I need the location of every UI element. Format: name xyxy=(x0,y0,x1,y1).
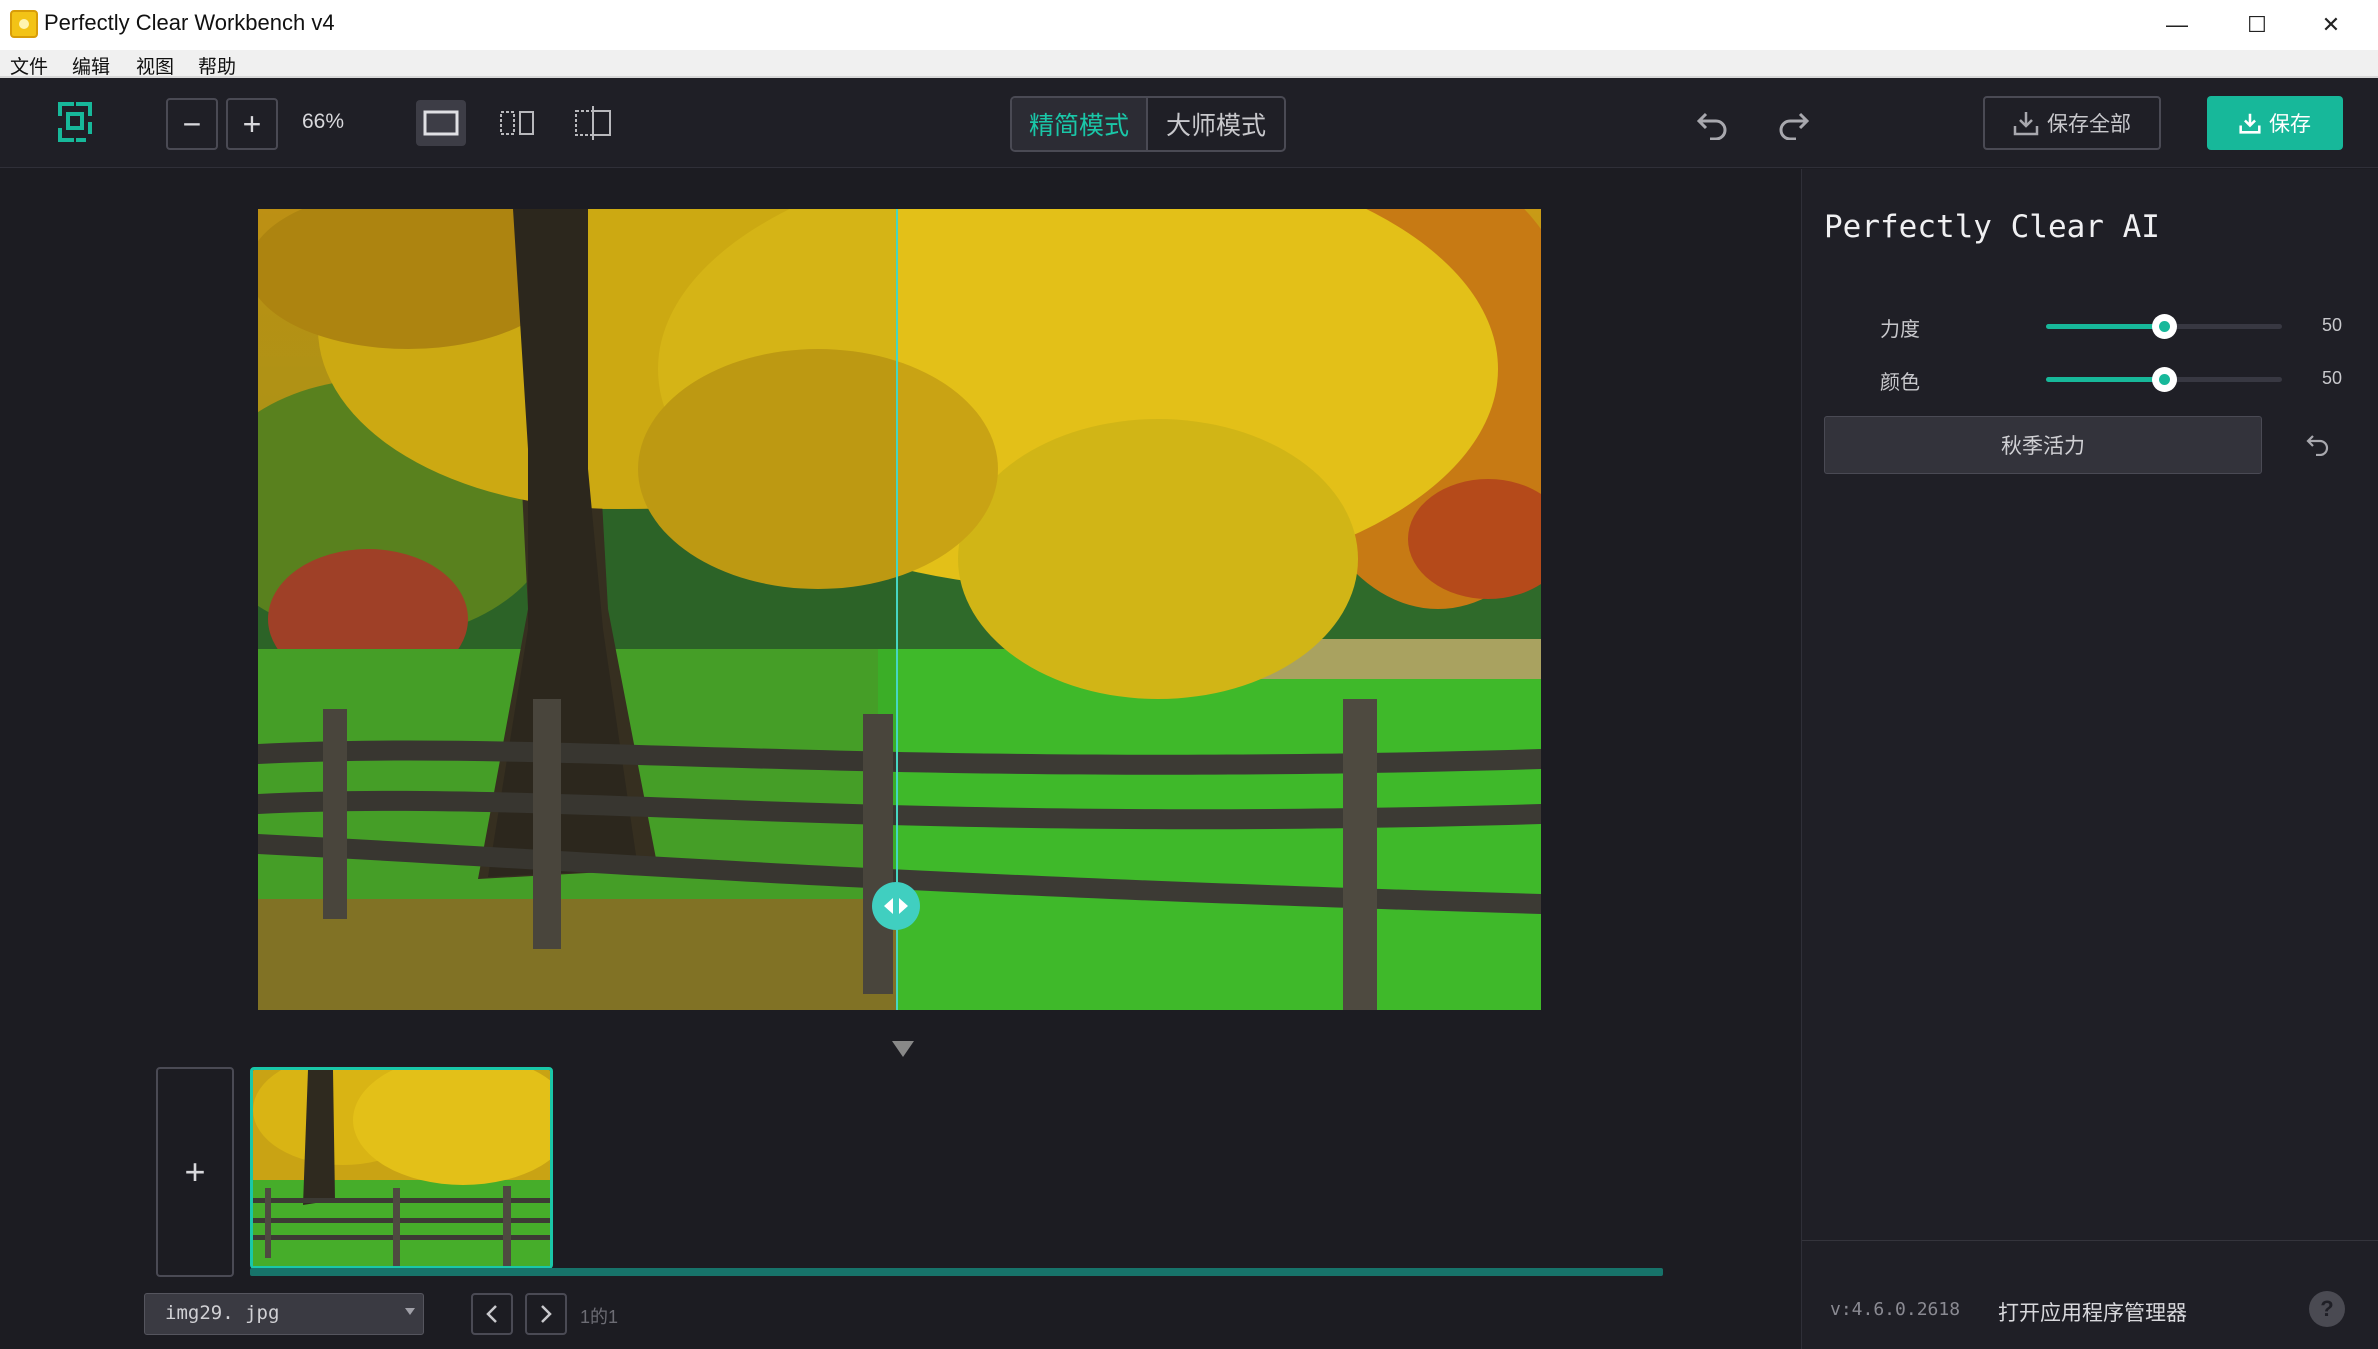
mode-switch: 精简模式 大师模式 xyxy=(1010,96,1286,152)
menu-file[interactable]: 文件 xyxy=(10,52,48,79)
undo-button[interactable] xyxy=(1688,100,1738,150)
adjustments-panel: Perfectly Clear AI 力度 50 颜色 50 秋季活力 v:4.… xyxy=(1801,169,2378,1349)
color-slider-knob[interactable] xyxy=(2152,367,2177,392)
app-icon xyxy=(10,10,38,38)
menu-view[interactable]: 视图 xyxy=(136,52,174,79)
simple-mode-tab[interactable]: 精简模式 xyxy=(1012,98,1148,150)
single-view-button[interactable] xyxy=(416,100,466,146)
title-bar: Perfectly Clear Workbench v4 — ☐ ✕ xyxy=(0,0,2378,50)
side-by-side-view-button[interactable] xyxy=(492,100,542,146)
download-icon xyxy=(2013,112,2039,136)
window-title: Perfectly Clear Workbench v4 xyxy=(44,10,335,35)
redo-button[interactable] xyxy=(1768,100,1818,150)
strength-slider-knob[interactable] xyxy=(2152,314,2177,339)
redo-icon xyxy=(1779,112,1810,140)
panel-title: Perfectly Clear AI xyxy=(1824,209,2160,245)
strength-slider-fill xyxy=(2046,324,2164,329)
page-info: 1的1 xyxy=(580,1307,619,1327)
canvas-area: + img29. jpg 1的1 xyxy=(0,169,1800,1349)
strength-slider-row: 力度 50 xyxy=(1802,307,2378,347)
filmstrip-scrollbar[interactable] xyxy=(250,1268,1663,1276)
strength-value: 50 xyxy=(2322,315,2343,335)
version-label: v:4.6.0.2618 xyxy=(1830,1299,1961,1320)
download-icon xyxy=(2239,113,2261,134)
color-slider-row: 颜色 50 xyxy=(1802,360,2378,400)
maximize-button[interactable]: ☐ xyxy=(2218,0,2296,50)
save-label: 保存 xyxy=(2269,113,2311,136)
previous-image-button[interactable] xyxy=(471,1293,513,1335)
side-by-side-icon xyxy=(500,111,534,135)
collapse-filmstrip-icon[interactable] xyxy=(892,1041,914,1057)
undo-icon xyxy=(1696,112,1727,140)
preset-select-button[interactable]: 秋季活力 xyxy=(1824,416,2262,474)
close-button[interactable]: ✕ xyxy=(2292,0,2370,50)
app-logo-icon xyxy=(58,102,92,142)
color-value: 50 xyxy=(2322,368,2343,388)
chevron-left-icon xyxy=(486,1305,497,1323)
chevron-down-icon xyxy=(405,1308,415,1315)
photo-preview[interactable] xyxy=(258,209,1541,1010)
reset-preset-button[interactable] xyxy=(2298,425,2338,465)
image-thumbnail[interactable] xyxy=(250,1067,553,1269)
toolbar: − + 66% 精简模式 大师模式 保存全部 保存 xyxy=(0,78,2378,168)
zoom-level: 66% xyxy=(302,110,345,133)
menu-help[interactable]: 帮助 xyxy=(198,52,236,79)
split-view-icon xyxy=(575,106,611,140)
help-button[interactable]: ? xyxy=(2309,1291,2345,1327)
split-view-button[interactable] xyxy=(568,100,618,146)
panel-footer: v:4.6.0.2618 打开应用程序管理器 ? xyxy=(1802,1240,2378,1349)
add-image-button[interactable]: + xyxy=(156,1067,234,1277)
zoom-out-button[interactable]: − xyxy=(166,98,218,150)
save-all-label: 保存全部 xyxy=(2047,113,2131,136)
thumbnail-image xyxy=(253,1070,550,1266)
left-right-arrows-icon xyxy=(884,898,908,914)
file-select[interactable]: img29. jpg xyxy=(144,1293,424,1335)
compare-handle[interactable] xyxy=(872,882,920,930)
menu-edit[interactable]: 编辑 xyxy=(72,52,110,79)
menu-bar: 文件 编辑 视图 帮助 xyxy=(0,50,2378,78)
save-all-button[interactable]: 保存全部 xyxy=(1983,96,2161,150)
color-label: 颜色 xyxy=(1880,372,1920,394)
color-slider[interactable] xyxy=(2046,367,2282,392)
minimize-button[interactable]: — xyxy=(2138,0,2216,50)
file-select-value: img29. jpg xyxy=(165,1302,280,1324)
open-app-manager-link[interactable]: 打开应用程序管理器 xyxy=(1998,1297,2187,1327)
master-mode-tab[interactable]: 大师模式 xyxy=(1148,98,1284,150)
strength-slider[interactable] xyxy=(2046,314,2282,339)
color-slider-fill xyxy=(2046,377,2164,382)
zoom-in-button[interactable]: + xyxy=(226,98,278,150)
single-view-icon xyxy=(423,110,459,136)
save-button[interactable]: 保存 xyxy=(2207,96,2343,150)
next-image-button[interactable] xyxy=(525,1293,567,1335)
reset-icon xyxy=(2306,435,2329,456)
strength-label: 力度 xyxy=(1880,319,1920,341)
chevron-right-icon xyxy=(541,1305,552,1323)
